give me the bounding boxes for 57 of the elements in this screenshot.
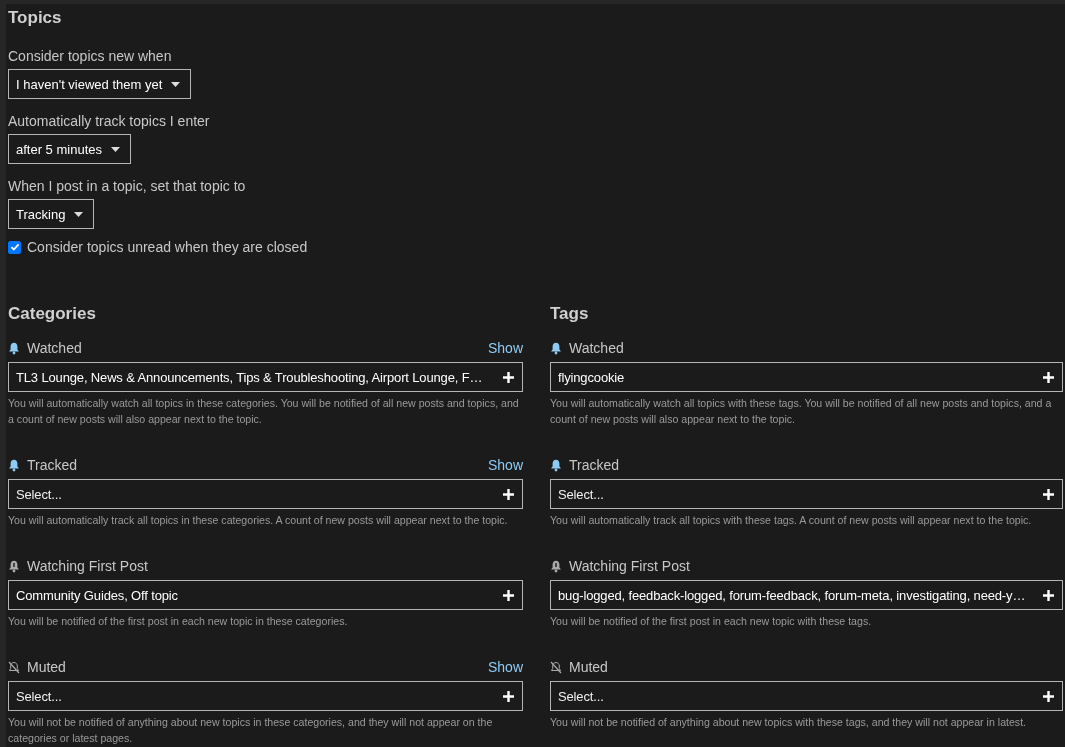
- checkbox-label: Consider topics unread when they are closed: [27, 239, 308, 255]
- plus-icon: [503, 690, 514, 702]
- field-description: You will automatically track all topics with these tags. A count of new posts will appear next to the topic.: [550, 513, 1033, 528]
- bell-icon: [550, 559, 562, 573]
- field-description: You will not be notified of anything about new topics in these categories, and they will not appear on the categories or latest pages.: [8, 715, 494, 746]
- plus-icon: [1043, 690, 1054, 702]
- multi-select-field[interactable]: Select...: [8, 479, 523, 509]
- field-description: You will be notified of the first post in each new topic with these tags.: [550, 614, 873, 629]
- multi-select-field[interactable]: flyingcookie: [550, 362, 1063, 392]
- show-link[interactable]: Show: [487, 659, 523, 675]
- multi-select-field[interactable]: bug-logged, feedback-logged, forum-feedback, forum-meta, investigating, need-y…: [550, 580, 1063, 610]
- show-link[interactable]: Show: [487, 340, 523, 356]
- group-label: Tracked: [27, 457, 78, 473]
- section-heading: Categories: [8, 304, 97, 324]
- bell-icon: [550, 341, 562, 355]
- bell-slash-icon: [8, 660, 20, 674]
- multi-select-field[interactable]: Select...: [550, 479, 1063, 509]
- field-label: When I post in a topic, set that topic to: [8, 178, 247, 194]
- bell-icon: [8, 341, 20, 355]
- bell-icon: [8, 559, 20, 573]
- group-label: Tracked: [569, 457, 620, 473]
- dropdown[interactable]: Tracking: [8, 199, 95, 229]
- field-label: Automatically track topics I enter: [8, 113, 211, 129]
- multi-select-field[interactable]: Select...: [8, 681, 523, 711]
- plus-icon: [1043, 371, 1054, 383]
- caret-icon: [111, 146, 120, 152]
- group-label: Watching First Post: [27, 558, 148, 574]
- show-link[interactable]: Show: [487, 457, 523, 473]
- field-description: You will be notified of the first post in each new topic in these categories.: [8, 614, 349, 629]
- plus-icon: [503, 371, 514, 383]
- group-label: Watching First Post: [569, 558, 690, 574]
- dropdown[interactable]: after 5 minutes: [8, 134, 131, 164]
- multi-select-field[interactable]: Community Guides, Off topic: [8, 580, 523, 610]
- bell-icon: [8, 458, 20, 472]
- group-label: Muted: [569, 659, 608, 675]
- section-heading: Tags: [550, 304, 590, 324]
- plus-icon: [1043, 589, 1054, 601]
- bell-slash-icon: [550, 660, 562, 674]
- field-description: You will automatically track all topics in these categories. A count of new posts will appear next to the topic.: [8, 513, 509, 528]
- caret-icon: [171, 81, 181, 87]
- multi-select-field[interactable]: TL3 Lounge, News & Announcements, Tips & Troubleshooting, Airport Lounge, F…: [8, 362, 523, 392]
- multi-select-field[interactable]: Select...: [550, 681, 1063, 711]
- section-heading: Topics: [8, 8, 63, 28]
- plus-icon: [503, 589, 514, 601]
- field-label: Consider topics new when: [8, 48, 173, 64]
- field-description: You will not be notified of anything about new topics with these tags, and they will not appear in latest.: [550, 715, 1028, 730]
- group-label: Muted: [27, 659, 66, 675]
- plus-icon: [1043, 488, 1054, 500]
- bell-icon: [550, 458, 562, 472]
- checkbox[interactable]: [8, 240, 21, 254]
- caret-icon: [74, 211, 84, 217]
- plus-icon: [503, 488, 514, 500]
- dropdown[interactable]: I haven't viewed them yet: [8, 69, 192, 99]
- group-label: Watched: [27, 340, 82, 356]
- field-description: You will automatically watch all topics with these tags. You will be notified of all new posts and topics, and a count of new posts will also appear next to the topic.: [550, 396, 1053, 427]
- group-label: Watched: [569, 340, 624, 356]
- field-description: You will automatically watch all topics in these categories. You will be notified of all new posts and topics, and a count of new posts will also appear next to the topic.: [8, 396, 520, 427]
